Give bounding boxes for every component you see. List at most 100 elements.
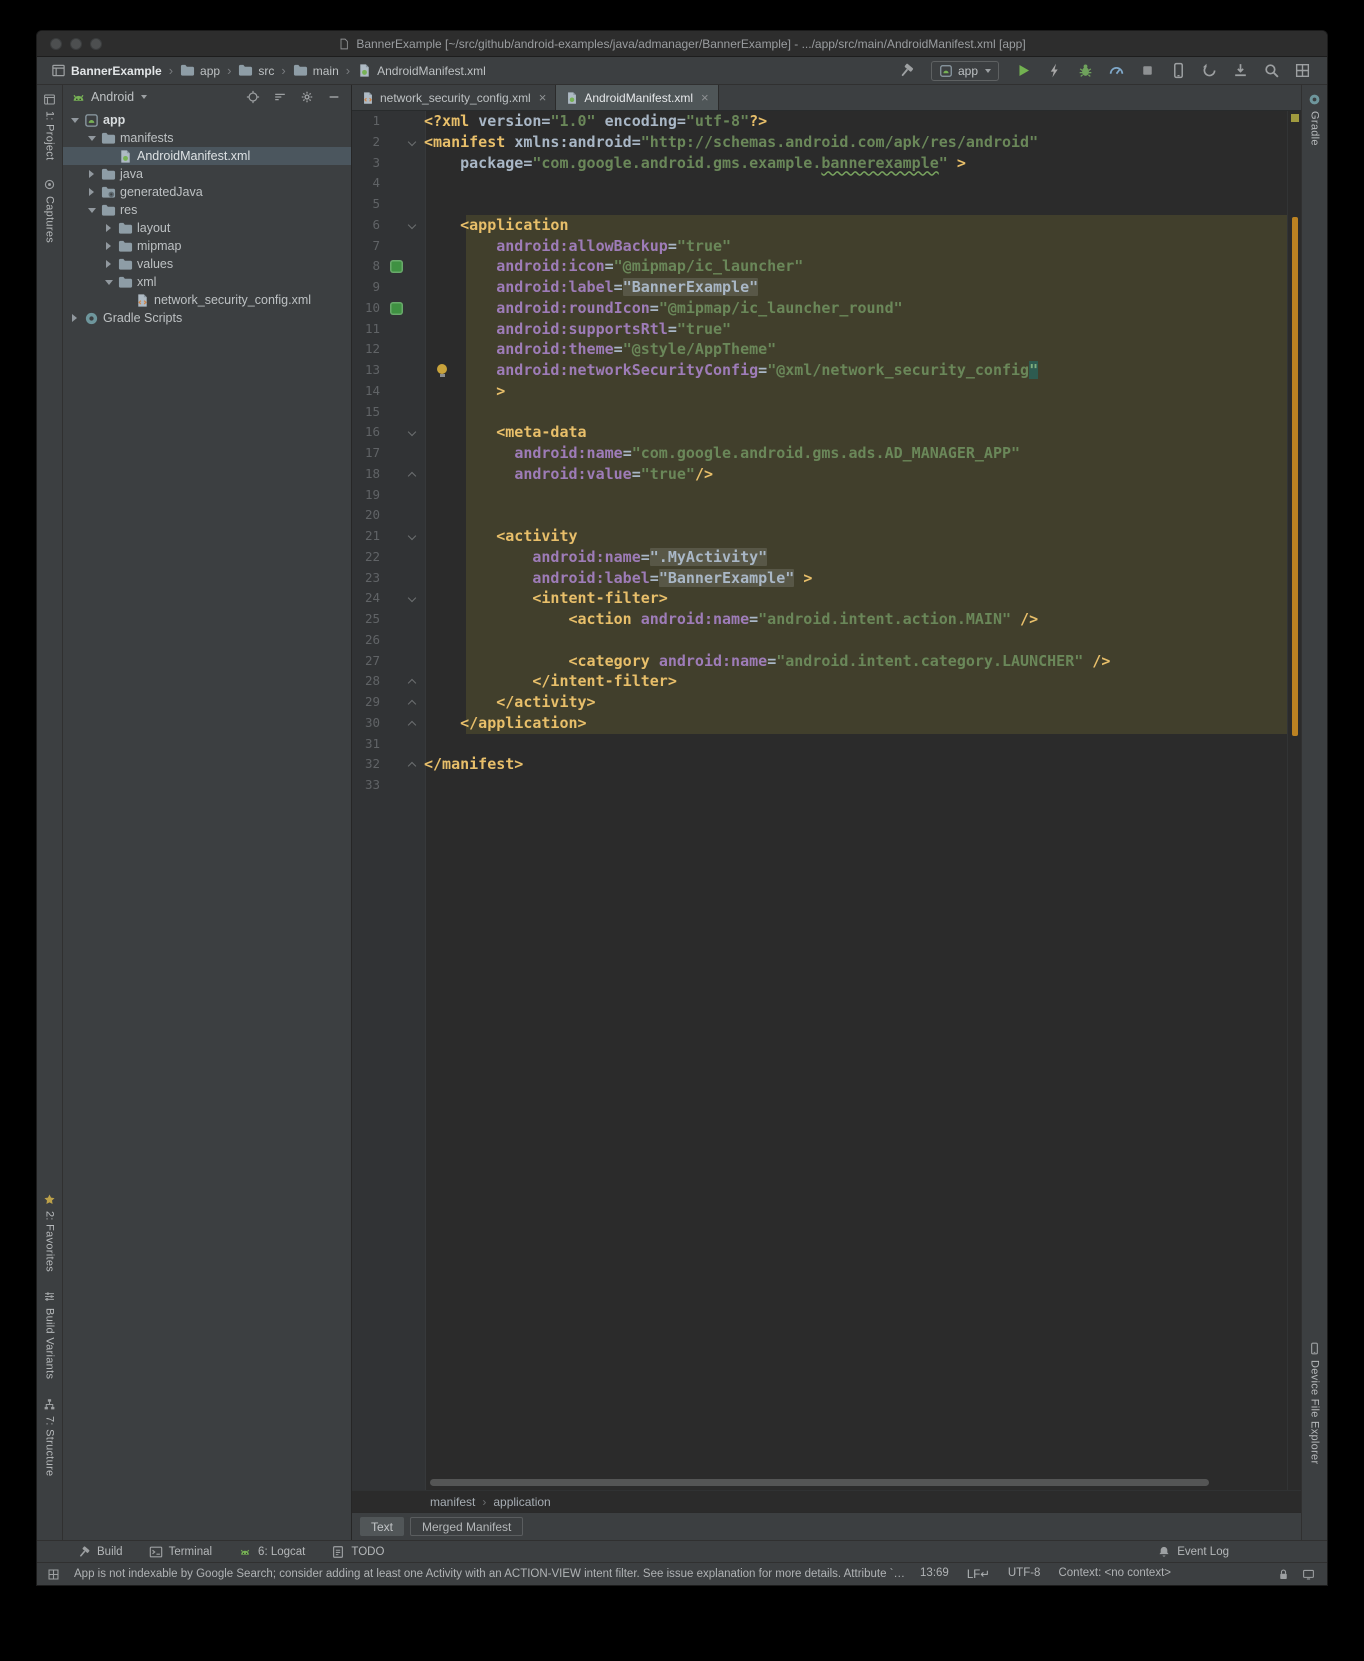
encoding-indicator[interactable]: UTF-8: [1008, 1567, 1041, 1581]
breadcrumb-item-app[interactable]: app: [180, 63, 220, 78]
fold-collapse-icon[interactable]: [408, 532, 416, 540]
status-message[interactable]: App is not indexable by Google Search; c…: [74, 1568, 910, 1580]
tree-item-layout[interactable]: layout: [63, 219, 351, 237]
tree-item-values[interactable]: values: [63, 255, 351, 273]
settings-gear-button[interactable]: [298, 88, 316, 106]
code-text[interactable]: </application>: [420, 713, 587, 734]
zoom-button[interactable]: [90, 38, 102, 50]
search-everywhere-button[interactable]: [1260, 60, 1282, 82]
tool-button-captures[interactable]: Captures: [43, 178, 56, 243]
code-line[interactable]: 17 android:name="com.google.android.gms.…: [352, 443, 1287, 464]
code-line[interactable]: 25 <action android:name="android.intent.…: [352, 609, 1287, 630]
view-tab-text[interactable]: Text: [360, 1517, 404, 1536]
code-text[interactable]: [420, 775, 424, 796]
highlight-marker[interactable]: [1292, 217, 1298, 736]
code-text[interactable]: [420, 402, 424, 423]
code-line[interactable]: 19: [352, 485, 1287, 506]
collapse-all-button[interactable]: [271, 88, 289, 106]
code-line[interactable]: 7 android:allowBackup="true": [352, 236, 1287, 257]
code-line[interactable]: 33: [352, 775, 1287, 796]
code-text[interactable]: <intent-filter>: [420, 588, 668, 609]
code-text[interactable]: package="com.google.android.gms.example.…: [420, 153, 966, 174]
xml-breadcrumb-manifest[interactable]: manifest: [430, 1495, 475, 1509]
tree-item-gradle-scripts[interactable]: Gradle Scripts: [63, 309, 351, 327]
code-line[interactable]: 31: [352, 734, 1287, 755]
close-button[interactable]: [50, 38, 62, 50]
fold-end-icon[interactable]: [408, 679, 416, 687]
code-line[interactable]: 12 android:theme="@style/AppTheme": [352, 339, 1287, 360]
code-text[interactable]: android:value="true"/>: [420, 464, 713, 485]
tree-item-xml[interactable]: xml: [63, 273, 351, 291]
code-line[interactable]: 14 >: [352, 381, 1287, 402]
close-tab-icon[interactable]: ×: [701, 91, 709, 104]
sdk-manager-button[interactable]: [1229, 60, 1251, 82]
code-line[interactable]: 30 </application>: [352, 713, 1287, 734]
tree-item-androidmanifest-xml[interactable]: AndroidManifest.xml: [63, 147, 351, 165]
code-text[interactable]: <application: [420, 215, 569, 236]
fold-end-icon[interactable]: [408, 762, 416, 770]
code-text[interactable]: <activity: [420, 526, 578, 547]
code-line[interactable]: 27 <category android:name="android.inten…: [352, 651, 1287, 672]
expand-arrow-icon[interactable]: [69, 314, 80, 322]
code-line[interactable]: 26: [352, 630, 1287, 651]
tool-button-2-favorites[interactable]: 2: Favorites: [43, 1193, 56, 1272]
code-line[interactable]: 10 android:roundIcon="@mipmap/ic_launche…: [352, 298, 1287, 319]
code-text[interactable]: <meta-data: [420, 422, 587, 443]
expand-arrow-icon[interactable]: [86, 188, 97, 196]
gradle-sync-button[interactable]: [1198, 60, 1220, 82]
build-hammer-button[interactable]: [896, 60, 918, 82]
tool-window-button-terminal[interactable]: Terminal: [149, 1545, 212, 1559]
code-text[interactable]: android:label="BannerExample": [420, 277, 758, 298]
lock-icon[interactable]: [1277, 1568, 1290, 1581]
tool-button-device-file-explorer[interactable]: Device File Explorer: [1308, 1342, 1321, 1464]
fold-end-icon[interactable]: [408, 700, 416, 708]
code-line[interactable]: 6 <application: [352, 215, 1287, 236]
code-text[interactable]: android:networkSecurityConfig="@xml/netw…: [420, 360, 1038, 381]
code-editor[interactable]: 1<?xml version="1.0" encoding="utf-8"?>2…: [352, 111, 1301, 1490]
avd-manager-button[interactable]: [1167, 60, 1189, 82]
code-line[interactable]: 23 android:label="BannerExample" >: [352, 568, 1287, 589]
mipmap-preview-icon[interactable]: [390, 260, 403, 273]
tool-window-button-event-log[interactable]: Event Log: [1157, 1545, 1229, 1559]
tree-item-generatedjava[interactable]: generatedJava: [63, 183, 351, 201]
code-text[interactable]: android:name="com.google.android.gms.ads…: [420, 443, 1020, 464]
tree-item-network-security-config-xml[interactable]: network_security_config.xml: [63, 291, 351, 309]
breadcrumb-item-main[interactable]: main: [293, 63, 339, 78]
code-text[interactable]: >: [420, 381, 505, 402]
code-text[interactable]: <category android:name="android.intent.c…: [420, 651, 1110, 672]
code-line[interactable]: 3 package="com.google.android.gms.exampl…: [352, 153, 1287, 174]
fold-end-icon[interactable]: [408, 721, 416, 729]
profiler-button[interactable]: [1105, 60, 1127, 82]
code-line[interactable]: 5: [352, 194, 1287, 215]
editor-tab-network-security-config-xml[interactable]: network_security_config.xml×: [352, 85, 556, 110]
tool-button-1-project[interactable]: 1: Project: [43, 93, 56, 160]
horizontal-scrollbar[interactable]: [430, 1479, 1209, 1486]
tree-item-manifests[interactable]: manifests: [63, 129, 351, 147]
stop-button[interactable]: [1136, 60, 1158, 82]
expand-arrow-icon[interactable]: [103, 260, 114, 268]
breadcrumb-item-src[interactable]: src: [238, 63, 274, 78]
breadcrumb-item-androidmanifest-xml[interactable]: AndroidManifest.xml: [357, 63, 486, 78]
project-view-selector[interactable]: Android: [91, 90, 134, 104]
breadcrumb-item-bannerexample[interactable]: BannerExample: [51, 63, 162, 78]
hide-panel-button[interactable]: [325, 88, 343, 106]
expand-arrow-icon[interactable]: [103, 242, 114, 250]
code-line[interactable]: 2<manifest xmlns:android="http://schemas…: [352, 132, 1287, 153]
expand-arrow-icon[interactable]: [86, 170, 97, 178]
code-line[interactable]: 4: [352, 173, 1287, 194]
locate-file-button[interactable]: [244, 88, 262, 106]
code-text[interactable]: [420, 194, 424, 215]
code-line[interactable]: 9 android:label="BannerExample": [352, 277, 1287, 298]
screen-icon[interactable]: [1302, 1568, 1315, 1581]
collapse-arrow-icon[interactable]: [103, 280, 114, 285]
project-structure-button[interactable]: [1291, 60, 1313, 82]
intention-bulb-icon[interactable]: [437, 364, 447, 374]
error-stripe[interactable]: [1287, 111, 1301, 1490]
code-line[interactable]: 29 </activity>: [352, 692, 1287, 713]
code-text[interactable]: android:icon="@mipmap/ic_launcher": [420, 256, 803, 277]
apply-changes-button[interactable]: [1043, 60, 1065, 82]
code-line[interactable]: 22 android:name=".MyActivity": [352, 547, 1287, 568]
tool-button-gradle[interactable]: Gradle: [1308, 93, 1321, 146]
toolwindow-switcher-icon[interactable]: [47, 1568, 60, 1581]
mipmap-preview-icon[interactable]: [390, 302, 403, 315]
